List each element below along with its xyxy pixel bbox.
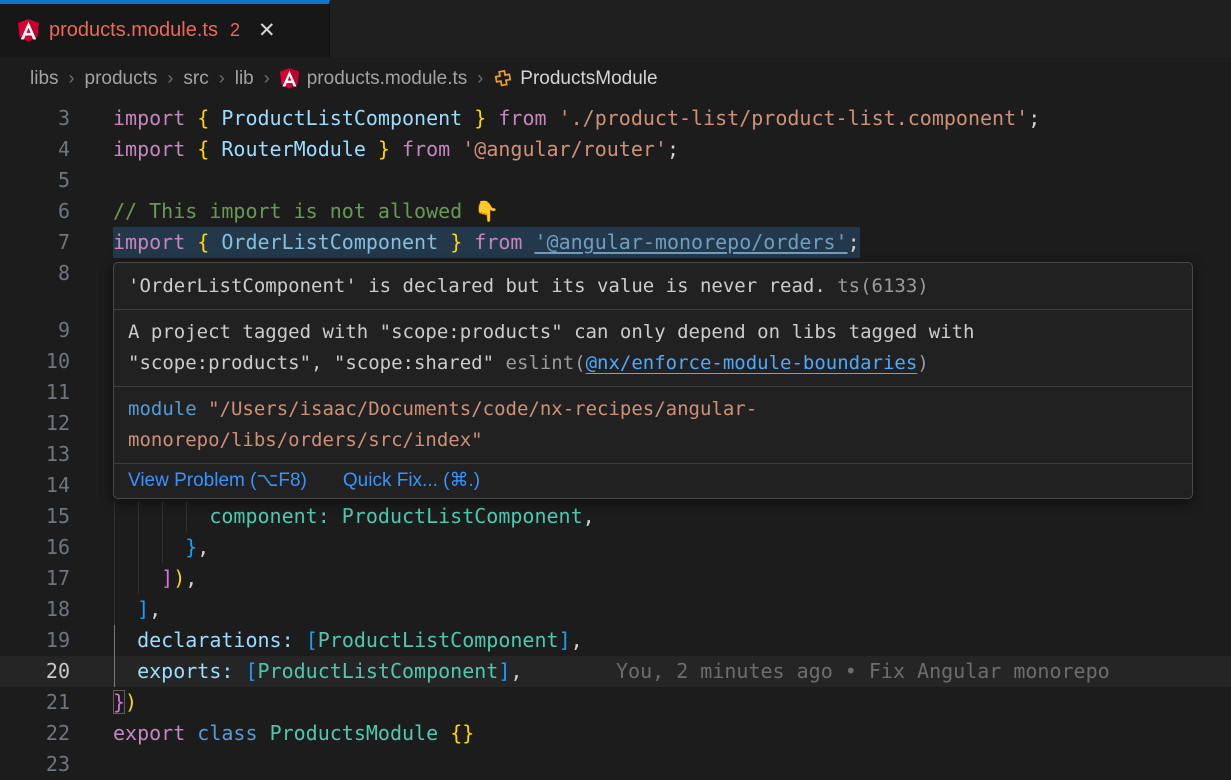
code-line[interactable]: 22 export class ProductsModule {} <box>0 718 1231 749</box>
line-number[interactable]: 16 <box>0 532 70 563</box>
breadcrumb: libs › products › src › lib › products.m… <box>0 57 1231 100</box>
code-line-content[interactable]: import { ProductListComponent } from './… <box>113 103 1040 134</box>
chevron-right-icon: › <box>264 68 270 89</box>
tab-problem-count: 2 <box>230 20 240 41</box>
close-icon[interactable]: ✕ <box>258 20 276 41</box>
line-number[interactable]: 12 <box>0 408 70 439</box>
code-line-content[interactable]: import { OrderListComponent } from '@ang… <box>113 227 860 258</box>
indent-guide <box>138 532 139 563</box>
indent-guide <box>162 532 163 563</box>
indent-guide <box>114 501 115 532</box>
git-blame-annotation: You, 2 minutes ago • Fix Angular monorep… <box>616 656 1110 687</box>
nx-rule-link[interactable]: @nx/enforce-module-boundaries <box>586 352 918 374</box>
indent-guide <box>138 563 139 594</box>
indent-guide <box>114 563 115 594</box>
tab-strip-empty <box>330 0 1231 57</box>
line-number[interactable]: 19 <box>0 625 70 656</box>
code-line-content[interactable]: component: ProductListComponent, <box>113 501 595 532</box>
indent-guide <box>114 532 115 563</box>
chevron-right-icon: › <box>477 68 483 89</box>
module-symbol-icon <box>493 69 513 89</box>
code-line[interactable]: 20 exports: [ProductListComponent],You, … <box>0 656 1231 687</box>
indent-guide <box>114 625 115 656</box>
code-line[interactable]: 19 declarations: [ProductListComponent], <box>0 625 1231 656</box>
code-line[interactable]: 5 <box>0 165 1231 196</box>
code-line[interactable]: 7 import { OrderListComponent } from '@an… <box>0 227 1231 258</box>
diagnostic-code: ts(6133) <box>837 275 929 297</box>
breadcrumb-item-libs[interactable]: libs <box>30 68 59 90</box>
chevron-right-icon: › <box>219 68 225 89</box>
line-number[interactable]: 10 <box>0 346 70 377</box>
line-number[interactable]: 14 <box>0 470 70 501</box>
breadcrumb-item-file[interactable]: products.module.ts <box>280 68 468 90</box>
hover-actions: View Problem (⌥F8) Quick Fix... (⌘.) <box>114 463 1192 498</box>
code-line[interactable]: 23 <box>0 749 1231 780</box>
line-number[interactable]: 15 <box>0 501 70 532</box>
line-number[interactable]: 17 <box>0 563 70 594</box>
line-number[interactable]: 23 <box>0 749 70 780</box>
code-line-content[interactable]: }) <box>113 687 137 718</box>
tab-bar: products.module.ts 2 ✕ <box>0 0 1231 57</box>
code-line-content[interactable]: export class ProductsModule {} <box>113 718 474 749</box>
code-line[interactable]: 16 }, <box>0 532 1231 563</box>
quick-fix-link[interactable]: Quick Fix... (⌘.) <box>343 469 480 492</box>
chevron-right-icon: › <box>167 68 173 89</box>
breadcrumb-item-symbol[interactable]: ProductsModule <box>493 68 657 90</box>
line-number[interactable]: 18 <box>0 594 70 625</box>
diagnostic-ts: 'OrderListComponent' is declared but its… <box>114 263 1192 309</box>
indent-guide <box>114 594 115 625</box>
code-line[interactable]: 21}) <box>0 687 1231 718</box>
code-line-content[interactable]: declarations: [ProductListComponent], <box>113 625 583 656</box>
line-number[interactable]: 7 <box>0 227 70 258</box>
line-number[interactable]: 4 <box>0 134 70 165</box>
code-line[interactable]: 6 // This import is not allowed 👇 <box>0 196 1231 227</box>
diagnostic-eslint: A project tagged with "scope:products" c… <box>114 309 1192 386</box>
tab-products-module[interactable]: products.module.ts 2 ✕ <box>0 0 330 57</box>
indent-guide <box>138 501 139 532</box>
indent-guide <box>186 501 187 532</box>
code-line-content[interactable]: }, <box>113 532 209 563</box>
angular-icon <box>18 19 39 42</box>
hover-range-highlight: import { OrderListComponent } from '@ang… <box>113 227 860 258</box>
line-number[interactable]: 21 <box>0 687 70 718</box>
code-line[interactable]: 18 ], <box>0 594 1231 625</box>
chevron-right-icon: › <box>69 68 75 89</box>
code-line-content[interactable]: exports: [ProductListComponent],You, 2 m… <box>113 656 522 687</box>
code-line[interactable]: 17 ]), <box>0 563 1231 594</box>
indent-guide <box>114 656 115 687</box>
code-line-content[interactable]: // This import is not allowed 👇 <box>113 196 499 227</box>
tab-title: products.module.ts <box>49 19 218 42</box>
breadcrumb-item-lib[interactable]: lib <box>235 68 254 90</box>
code-editor: 3 import { ProductListComponent } from '.… <box>0 100 1231 780</box>
line-number[interactable]: 9 <box>0 315 70 346</box>
breadcrumb-item-src[interactable]: src <box>183 68 208 90</box>
line-number[interactable]: 11 <box>0 377 70 408</box>
line-number[interactable]: 3 <box>0 103 70 134</box>
code-line[interactable]: 3 import { ProductListComponent } from '.… <box>0 103 1231 134</box>
code-line[interactable]: 15 component: ProductListComponent, <box>0 501 1231 532</box>
line-number[interactable]: 8 <box>0 258 70 289</box>
view-problem-link[interactable]: View Problem (⌥F8) <box>128 469 307 492</box>
indent-guide <box>162 501 163 532</box>
hover-popup: 'OrderListComponent' is declared but its… <box>113 262 1193 499</box>
code-line[interactable]: 4 import { RouterModule } from '@angular/… <box>0 134 1231 165</box>
line-number[interactable]: 13 <box>0 439 70 470</box>
line-number[interactable]: 6 <box>0 196 70 227</box>
code-line-content[interactable]: ]), <box>113 563 197 594</box>
angular-icon <box>280 68 299 89</box>
code-line-content[interactable]: ], <box>113 594 161 625</box>
line-number[interactable]: 20 <box>0 656 70 687</box>
code-line-content[interactable]: import { RouterModule } from '@angular/r… <box>113 134 679 165</box>
line-number[interactable]: 5 <box>0 165 70 196</box>
breadcrumb-item-products[interactable]: products <box>85 68 158 90</box>
line-number[interactable]: 22 <box>0 718 70 749</box>
module-path-info: module "/Users/isaac/Documents/code/nx-r… <box>114 386 1192 463</box>
